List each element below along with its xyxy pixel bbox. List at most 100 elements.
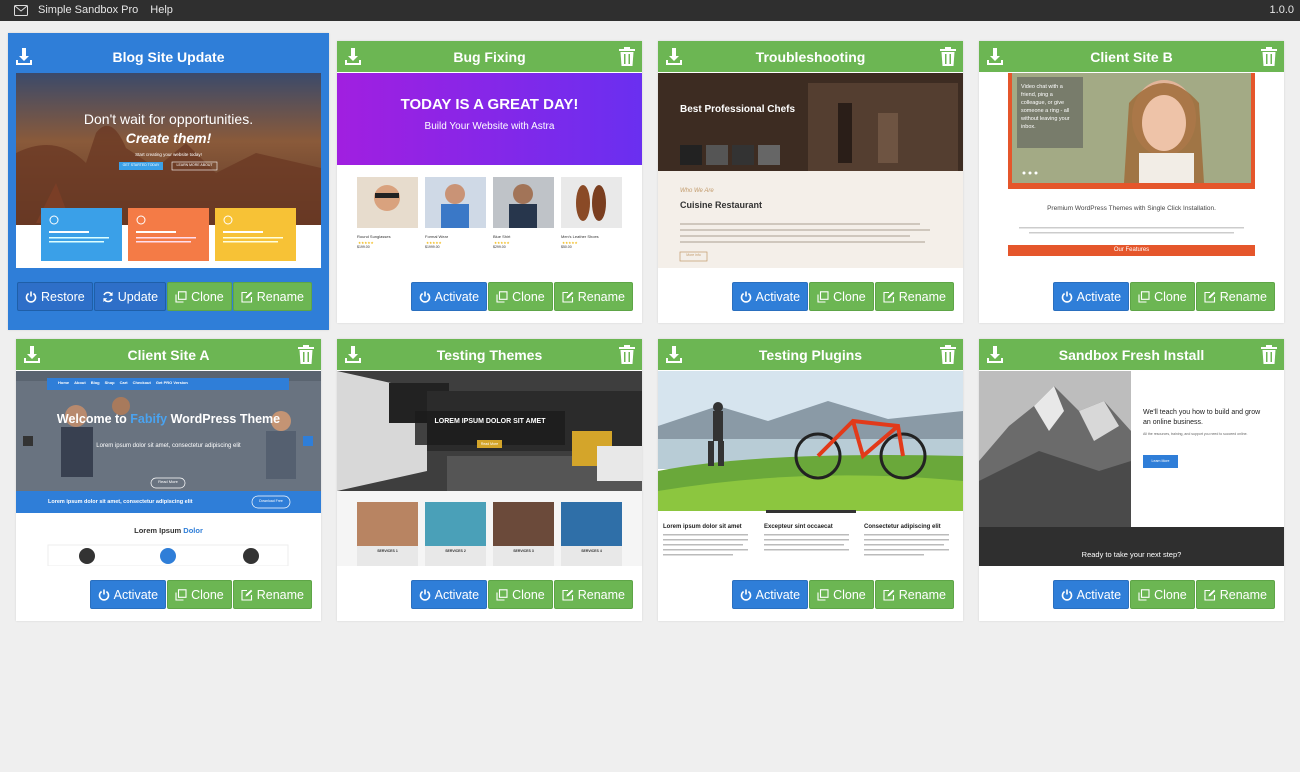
clone-label: Clone — [1154, 587, 1187, 602]
rename-button[interactable]: Rename — [1195, 580, 1275, 609]
card-title[interactable]: Testing Plugins — [759, 347, 862, 363]
rename-button[interactable]: Rename — [553, 282, 633, 311]
site-preview-testing-themes: LOREM IPSUM DOLOR SIT AMET Read More SER… — [337, 371, 642, 566]
activate-label: Activate — [113, 587, 159, 602]
edit-icon — [1204, 589, 1216, 601]
activate-label: Activate — [755, 587, 801, 602]
power-icon — [419, 291, 430, 303]
card-title[interactable]: Client Site B — [1090, 49, 1172, 65]
service-label-4: SERVICES 4 — [581, 549, 602, 553]
rename-button[interactable]: Rename — [232, 282, 312, 311]
card-title[interactable]: Client Site A — [128, 347, 210, 363]
download-icon[interactable] — [986, 47, 1004, 66]
activate-button[interactable]: Activate — [731, 580, 809, 609]
app-name-menu[interactable]: Simple Sandbox Pro — [32, 0, 144, 21]
trash-icon[interactable] — [619, 345, 635, 364]
sandbox-card-blog-site-update: Blog Site Update Don't wait for opportun… — [8, 33, 329, 330]
power-icon — [419, 589, 430, 601]
trash-icon[interactable] — [1261, 47, 1277, 66]
preview-headline-b: WordPress Theme — [170, 412, 281, 426]
rename-button[interactable]: Rename — [874, 282, 954, 311]
preview-headline: LOREM IPSUM DOLOR SIT AMET — [434, 418, 546, 425]
clone-icon — [817, 290, 829, 303]
preview-art — [979, 371, 1284, 566]
site-preview-fresh-install: We'll teach you how to build and grow an… — [979, 371, 1284, 566]
help-menu[interactable]: Help — [144, 0, 179, 21]
card-title[interactable]: Testing Themes — [437, 347, 543, 363]
site-preview-client-a: Home About Blog Shop Cart Checkout Get P… — [16, 371, 321, 566]
edit-icon — [241, 589, 253, 601]
preview-headline-a: Welcome to — [56, 412, 127, 426]
preview-art — [658, 73, 963, 268]
activate-label: Activate — [434, 289, 480, 304]
clone-button[interactable]: Clone — [1130, 282, 1195, 311]
download-icon[interactable] — [986, 345, 1004, 364]
rename-button[interactable]: Rename — [232, 580, 312, 609]
menubar: Simple Sandbox Pro Help 1.0.0 — [0, 0, 1300, 21]
preview-quote: Video chat with a friend, ping a colleag… — [1021, 84, 1070, 130]
download-icon[interactable] — [344, 47, 362, 66]
trash-icon[interactable] — [940, 345, 956, 364]
download-icon[interactable] — [15, 47, 33, 66]
card-title[interactable]: Blog Site Update — [112, 49, 224, 65]
preview-button: Learn More — [1151, 459, 1170, 463]
restore-button[interactable]: Restore — [16, 282, 93, 311]
activate-label: Activate — [434, 587, 480, 602]
clone-label: Clone — [1154, 289, 1187, 304]
clone-button[interactable]: Clone — [488, 282, 553, 311]
download-icon[interactable] — [344, 345, 362, 364]
card-title[interactable]: Troubleshooting — [756, 49, 866, 65]
rename-button[interactable]: Rename — [553, 580, 633, 609]
activate-button[interactable]: Activate — [731, 282, 809, 311]
card-header: Troubleshooting — [658, 41, 963, 72]
preview-col-1-title: Lorem ipsum dolor sit amet — [663, 524, 742, 530]
activate-button[interactable]: Activate — [410, 580, 488, 609]
nav-blog: Blog — [90, 380, 100, 385]
trash-icon[interactable] — [619, 47, 635, 66]
clone-label: Clone — [512, 289, 545, 304]
product-price-3: $299.00 — [493, 245, 506, 249]
clone-label: Clone — [833, 587, 866, 602]
download-icon[interactable] — [665, 345, 683, 364]
power-icon — [740, 291, 751, 303]
activate-button[interactable]: Activate — [410, 282, 488, 311]
activate-label: Activate — [1076, 289, 1122, 304]
clone-button[interactable]: Clone — [809, 580, 874, 609]
nav-cart: Cart — [119, 380, 128, 385]
preview-headline: Don't wait for opportunities. — [83, 111, 254, 127]
preview-button: Read More — [480, 442, 499, 446]
clone-button[interactable]: Clone — [167, 282, 232, 311]
clone-button[interactable]: Clone — [1130, 580, 1195, 609]
preview-headline-2: Create them! — [125, 130, 212, 146]
service-label-2: SERVICES 2 — [445, 549, 466, 553]
rename-button[interactable]: Rename — [874, 580, 954, 609]
clone-button[interactable]: Clone — [488, 580, 553, 609]
rename-label: Rename — [1219, 289, 1267, 304]
clone-button[interactable]: Clone — [167, 580, 232, 609]
edit-icon — [562, 291, 574, 303]
clone-label: Clone — [512, 587, 545, 602]
clone-button[interactable]: Clone — [809, 282, 874, 311]
card-header: Sandbox Fresh Install — [979, 339, 1284, 370]
sandbox-card-testing-plugins: Testing Plugins Lorem ipsum dolor sit am… — [658, 339, 963, 621]
site-preview-testing-plugins: Lorem ipsum dolor sit amet Excepteur sin… — [658, 371, 963, 566]
trash-icon[interactable] — [940, 47, 956, 66]
clone-label: Clone — [833, 289, 866, 304]
trash-icon[interactable] — [298, 345, 314, 364]
download-icon[interactable] — [665, 47, 683, 66]
card-title[interactable]: Sandbox Fresh Install — [1059, 347, 1204, 363]
activate-button[interactable]: Activate — [89, 580, 167, 609]
trash-icon[interactable] — [1261, 345, 1277, 364]
download-icon[interactable] — [23, 345, 41, 364]
card-title[interactable]: Bug Fixing — [453, 49, 525, 65]
preview-headline: Welcome to Fabify WordPress Theme — [16, 412, 321, 427]
update-button[interactable]: Update — [93, 282, 167, 311]
activate-button[interactable]: Activate — [1052, 282, 1130, 311]
rename-button[interactable]: Rename — [1195, 282, 1275, 311]
preview-cta-2: LEARN MORE ABOUT — [176, 163, 213, 167]
power-icon — [25, 291, 37, 303]
service-label-1: SERVICES 1 — [377, 549, 398, 553]
preview-button: Our Features — [1113, 247, 1150, 253]
sandbox-card-sandbox-fresh-install: Sandbox Fresh Install We'll teach you ho… — [979, 339, 1284, 621]
activate-button[interactable]: Activate — [1052, 580, 1130, 609]
